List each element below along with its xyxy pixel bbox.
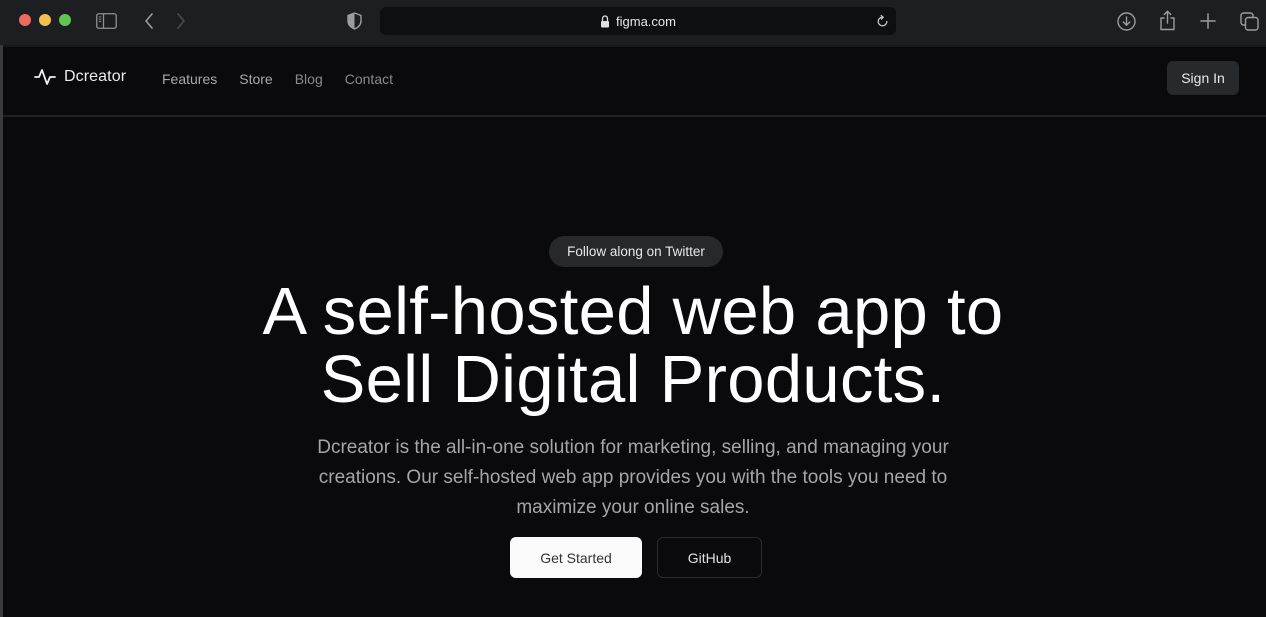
webpage: Dcreator Features Store Blog Contact Sig… [0,45,1266,617]
share-button[interactable] [1157,9,1177,32]
hero-description: Dcreator is the all-in-one solution for … [317,437,949,518]
new-tab-button[interactable] [1199,12,1217,30]
address-bar[interactable]: figma.com [380,7,896,35]
chevron-left-icon [145,13,153,29]
shield-icon [346,12,362,30]
url-text: figma.com [616,13,676,29]
activity-pulse-icon [34,69,56,85]
nav-link-blog[interactable]: Blog [295,71,323,87]
privacy-report-button[interactable] [345,11,363,31]
window-maximize-button[interactable] [59,14,71,26]
back-button[interactable] [141,12,157,30]
nav-link-contact[interactable]: Contact [345,71,393,87]
hero-headline-line-1: A self-hosted web app to [262,274,1004,349]
brand-logo-link[interactable]: Dcreator [34,67,126,87]
nav-link-features[interactable]: Features [162,71,217,87]
download-icon [1117,12,1136,31]
nav-links: Features Store Blog Contact [162,71,393,87]
plus-icon [1200,13,1216,29]
forward-button[interactable] [173,12,189,30]
sign-in-button[interactable]: Sign In [1167,61,1239,95]
sidebar-toggle-button[interactable] [95,12,117,30]
hero-headline: A self-hosted web app to Sell Digital Pr… [0,278,1266,414]
hero-headline-line-2: Sell Digital Products. [320,342,946,417]
chevron-right-icon [177,13,185,29]
twitter-follow-pill[interactable]: Follow along on Twitter [549,236,723,267]
window-minimize-button[interactable] [39,14,51,26]
lock-icon [601,14,610,27]
sidebar-icon [95,13,117,29]
tab-overview-button[interactable] [1239,11,1259,31]
downloads-button[interactable] [1116,11,1137,32]
github-button[interactable]: GitHub [657,537,762,578]
share-icon [1159,10,1175,31]
reload-icon [877,14,887,26]
site-navbar: Dcreator Features Store Blog Contact Sig… [3,47,1266,116]
reload-button[interactable] [874,13,890,29]
get-started-button[interactable]: Get Started [510,537,642,578]
brand-name: Dcreator [64,68,127,85]
nav-link-store[interactable]: Store [239,71,272,87]
browser-toolbar: figma.com [0,0,1266,45]
navbar-divider [3,115,1266,117]
window-close-button[interactable] [19,14,31,26]
tabs-overview-icon [1239,11,1259,31]
